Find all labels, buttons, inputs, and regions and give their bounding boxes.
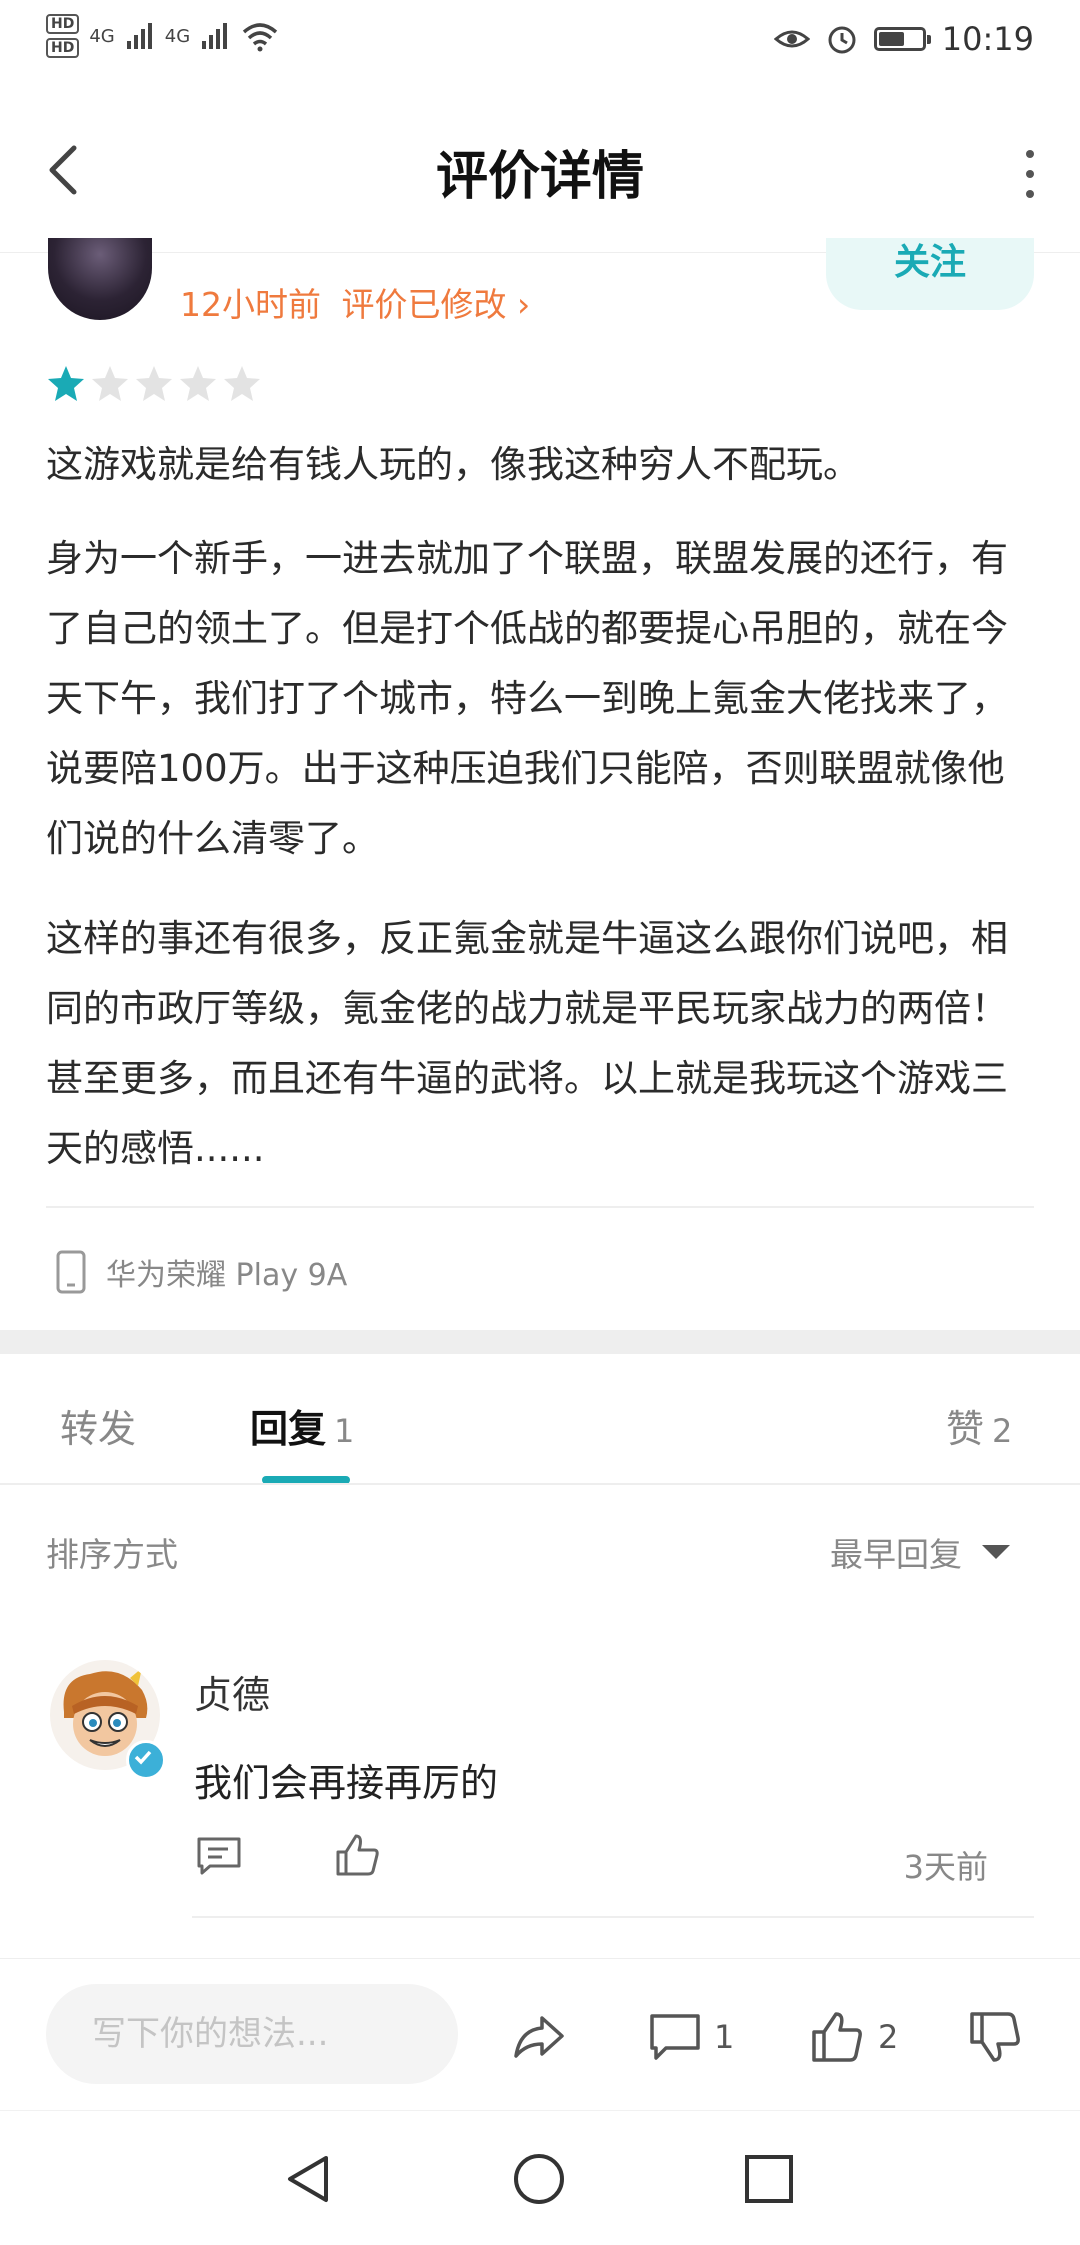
device-info: 华为荣耀 Play 9A — [56, 1250, 347, 1294]
thumbs-up-icon[interactable] — [810, 2010, 864, 2064]
battery-fill — [878, 32, 904, 46]
sort-dropdown[interactable]: 最早回复 — [830, 1528, 1010, 1576]
section-separator — [0, 1330, 1080, 1354]
app-header: 评价详情 — [0, 84, 1080, 253]
chevron-right-icon: › — [517, 285, 531, 324]
star-filled-icon — [48, 366, 84, 401]
device-name: 华为荣耀 Play 9A — [106, 1258, 348, 1293]
caret-down-icon — [982, 1545, 1010, 1559]
star-empty-icon — [180, 366, 216, 401]
more-options-icon[interactable] — [1020, 150, 1040, 198]
sim1-label: 4G — [89, 25, 115, 47]
reply-time: 3天前 — [903, 1848, 988, 1886]
tab-like-count: 2 — [992, 1412, 1013, 1450]
hd1-badge: HD — [46, 14, 80, 34]
tab-like-label: 赞 — [946, 1407, 985, 1451]
alarm-icon — [828, 26, 856, 54]
share-icon[interactable] — [512, 2010, 566, 2064]
reply-username[interactable]: 贞德 — [194, 1664, 270, 1719]
verified-badge-icon — [126, 1740, 166, 1780]
reply-text: 我们会再接再厉的 — [194, 1761, 499, 1805]
comment-input[interactable]: 写下你的想法... — [46, 1984, 458, 2084]
phone-icon — [56, 1250, 86, 1294]
comment-icon[interactable] — [648, 2010, 702, 2064]
sort-value: 最早回复 — [830, 1535, 962, 1574]
star-empty-icon — [136, 366, 172, 401]
hd2-badge: HD — [46, 38, 80, 58]
divider — [46, 1206, 1034, 1208]
review-paragraph: 身为一个新手，一进去就加了个联盟，联盟发展的还行，有了自己的领土了。但是打个低战… — [46, 537, 1008, 860]
thumbs-down-icon[interactable] — [968, 2010, 1022, 2064]
divider — [0, 1483, 1080, 1485]
review-time-line[interactable]: 12小时前 评价已修改 › — [180, 278, 530, 326]
signal-icon — [202, 23, 228, 49]
thumbs-up-icon[interactable] — [334, 1832, 380, 1878]
status-left: HD HD 4G 4G — [46, 14, 280, 58]
tab-forward-label: 转发 — [60, 1407, 137, 1451]
review-paragraph: 这样的事还有很多，反正氪金就是牛逼这么跟你们说吧，相同的市政厅等级，氪金佬的战力… — [46, 917, 1008, 1170]
star-empty-icon — [92, 366, 128, 401]
tab-reply[interactable]: 回复 1 — [250, 1398, 354, 1453]
follow-button[interactable]: 关注 — [826, 238, 1034, 310]
clock-time: 10:19 — [941, 20, 1034, 58]
rating-stars — [46, 364, 262, 404]
nav-recents-icon[interactable] — [742, 2152, 796, 2206]
review-time: 12小时前 — [180, 285, 321, 324]
review-paragraph: 这游戏就是给有钱人玩的，像我这种穷人不配玩。 — [46, 443, 860, 486]
tab-reply-label: 回复 — [250, 1407, 327, 1451]
page-title: 评价详情 — [435, 147, 644, 207]
tab-reply-count: 1 — [334, 1412, 355, 1450]
battery-icon — [873, 27, 931, 51]
sim2-label: 4G — [164, 25, 191, 47]
comment-icon[interactable] — [196, 1836, 242, 1876]
nav-home-icon[interactable] — [512, 2152, 566, 2206]
like-count: 2 — [878, 2018, 899, 2056]
review-modified: 评价已修改 — [341, 285, 507, 324]
status-right: 10:19 — [773, 20, 1034, 58]
divider — [192, 1916, 1034, 1918]
status-bar: HD HD 4G 4G 10:19 — [0, 0, 1080, 84]
tab-forward[interactable]: 转发 — [60, 1398, 144, 1453]
author-avatar[interactable] — [48, 238, 152, 320]
wifi-icon — [243, 23, 278, 52]
eye-icon — [773, 30, 810, 48]
hd-indicators: HD HD — [46, 14, 80, 58]
nav-back-icon[interactable] — [282, 2152, 336, 2206]
star-empty-icon — [224, 366, 260, 401]
tab-like[interactable]: 赞2 — [946, 1398, 1012, 1453]
signal-icon — [126, 23, 152, 49]
sort-label: 排序方式 — [46, 1535, 178, 1574]
comment-count: 1 — [714, 2018, 735, 2056]
